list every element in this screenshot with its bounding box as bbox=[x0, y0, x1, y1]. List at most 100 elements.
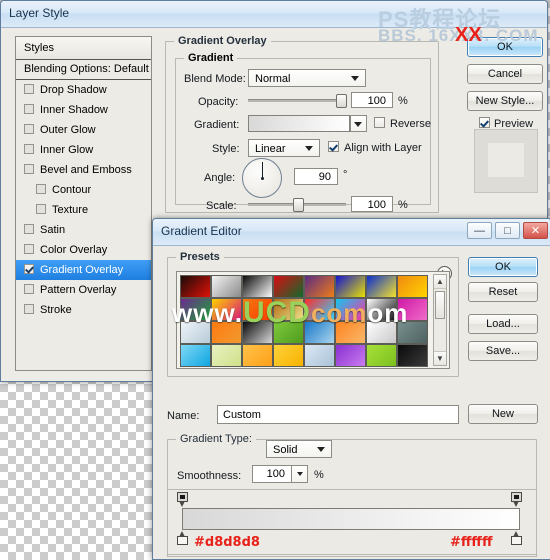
reverse-checkbox[interactable] bbox=[374, 117, 385, 128]
style-item-gradient-overlay[interactable]: Gradient Overlay bbox=[16, 260, 151, 280]
styles-blending-options[interactable]: Blending Options: Default bbox=[16, 59, 151, 79]
preset-swatch[interactable] bbox=[211, 298, 242, 321]
style-item-checkbox[interactable] bbox=[24, 84, 34, 94]
style-item-bevel-and-emboss[interactable]: Bevel and Emboss bbox=[16, 160, 151, 180]
preset-swatch[interactable] bbox=[366, 275, 397, 298]
style-item-checkbox[interactable] bbox=[24, 104, 34, 114]
preset-swatch[interactable] bbox=[211, 275, 242, 298]
style-item-checkbox[interactable] bbox=[24, 284, 34, 294]
preset-swatch[interactable] bbox=[335, 321, 366, 344]
preset-swatch[interactable] bbox=[304, 344, 335, 367]
align-with-layer-checkbox[interactable] bbox=[328, 141, 339, 152]
presets-swatch-box[interactable]: ▲ ▼ bbox=[176, 271, 450, 369]
preset-swatch[interactable] bbox=[242, 275, 273, 298]
style-item-checkbox[interactable] bbox=[24, 144, 34, 154]
style-item-drop-shadow[interactable]: Drop Shadow bbox=[16, 80, 151, 100]
preset-swatch[interactable] bbox=[242, 344, 273, 367]
scroll-down-arrow-icon[interactable]: ▼ bbox=[434, 351, 446, 365]
gradient-type-combo[interactable]: Solid bbox=[266, 440, 332, 458]
preset-swatch[interactable] bbox=[180, 298, 211, 321]
opacity-stop-right[interactable] bbox=[511, 492, 522, 507]
preset-swatch[interactable] bbox=[335, 275, 366, 298]
preset-swatch[interactable] bbox=[180, 321, 211, 344]
preset-swatch[interactable] bbox=[397, 298, 428, 321]
smoothness-stepper[interactable] bbox=[291, 465, 308, 483]
gradient-editor-titlebar[interactable]: Gradient Editor — □ ✕ bbox=[153, 219, 550, 246]
style-item-stroke[interactable]: Stroke bbox=[16, 300, 151, 320]
preset-swatch[interactable] bbox=[397, 321, 428, 344]
style-item-inner-shadow[interactable]: Inner Shadow bbox=[16, 100, 151, 120]
scale-slider[interactable] bbox=[248, 198, 346, 212]
color-stop-right[interactable] bbox=[511, 531, 522, 545]
gradient-editor-load-button[interactable]: Load... bbox=[468, 314, 538, 334]
preset-swatch[interactable] bbox=[242, 298, 273, 321]
preset-swatch[interactable] bbox=[397, 344, 428, 367]
chevron-down-icon bbox=[351, 76, 359, 81]
style-item-inner-glow[interactable]: Inner Glow bbox=[16, 140, 151, 160]
preset-swatch[interactable] bbox=[304, 275, 335, 298]
preset-swatch[interactable] bbox=[397, 275, 428, 298]
preset-swatch[interactable] bbox=[366, 344, 397, 367]
blend-mode-combo[interactable]: Normal bbox=[248, 69, 366, 87]
style-item-outer-glow[interactable]: Outer Glow bbox=[16, 120, 151, 140]
style-item-checkbox[interactable] bbox=[36, 204, 46, 214]
layer-style-ok-button[interactable]: OK bbox=[467, 37, 543, 57]
style-item-contour[interactable]: Contour bbox=[16, 180, 151, 200]
minimize-icon[interactable]: — bbox=[467, 222, 492, 239]
gradient-editor-reset-button[interactable]: Reset bbox=[468, 282, 538, 302]
preset-swatch[interactable] bbox=[273, 344, 304, 367]
style-item-checkbox[interactable] bbox=[36, 184, 46, 194]
style-item-checkbox[interactable] bbox=[24, 264, 34, 274]
preset-swatch[interactable] bbox=[304, 298, 335, 321]
preview-checkbox[interactable] bbox=[479, 117, 490, 128]
layer-style-titlebar[interactable]: Layer Style bbox=[1, 1, 547, 28]
maximize-icon[interactable]: □ bbox=[495, 222, 520, 239]
preset-swatch[interactable] bbox=[273, 275, 304, 298]
preset-swatch[interactable] bbox=[366, 321, 397, 344]
gradient-picker-dropdown[interactable] bbox=[350, 115, 367, 132]
angle-dial[interactable] bbox=[242, 158, 282, 198]
close-icon[interactable]: ✕ bbox=[523, 222, 548, 239]
new-style-button[interactable]: New Style... bbox=[467, 91, 543, 111]
preset-swatch[interactable] bbox=[366, 298, 397, 321]
preset-swatch[interactable] bbox=[273, 298, 304, 321]
opacity-field[interactable]: 100 bbox=[351, 92, 393, 108]
scale-thumb[interactable] bbox=[293, 198, 304, 212]
style-item-satin[interactable]: Satin bbox=[16, 220, 151, 240]
scrollbar-thumb[interactable] bbox=[435, 291, 445, 319]
gradient-preview-swatch[interactable] bbox=[248, 115, 350, 132]
name-input[interactable]: Custom bbox=[217, 405, 459, 424]
style-item-color-overlay[interactable]: Color Overlay bbox=[16, 240, 151, 260]
scale-field[interactable]: 100 bbox=[351, 196, 393, 212]
preset-swatch[interactable] bbox=[180, 275, 211, 298]
color-stop-left[interactable] bbox=[177, 531, 188, 545]
style-item-pattern-overlay[interactable]: Pattern Overlay bbox=[16, 280, 151, 300]
preset-swatch[interactable] bbox=[242, 321, 273, 344]
gradient-strip[interactable] bbox=[182, 508, 520, 530]
style-combo[interactable]: Linear bbox=[248, 139, 320, 157]
preset-swatch[interactable] bbox=[180, 344, 211, 367]
preset-swatch[interactable] bbox=[211, 344, 242, 367]
gradient-editor-ok-button[interactable]: OK bbox=[468, 257, 538, 277]
presets-scrollbar[interactable]: ▲ ▼ bbox=[433, 274, 447, 366]
style-item-checkbox[interactable] bbox=[24, 244, 34, 254]
style-item-checkbox[interactable] bbox=[24, 124, 34, 134]
layer-style-cancel-button[interactable]: Cancel bbox=[467, 64, 543, 84]
gradient-editor-new-button[interactable]: New bbox=[468, 404, 538, 424]
preset-swatch[interactable] bbox=[304, 321, 335, 344]
style-item-checkbox[interactable] bbox=[24, 224, 34, 234]
angle-field[interactable]: 90 bbox=[294, 168, 338, 185]
scroll-up-arrow-icon[interactable]: ▲ bbox=[434, 275, 446, 289]
opacity-thumb[interactable] bbox=[336, 94, 347, 108]
preset-swatch[interactable] bbox=[335, 298, 366, 321]
preset-swatch[interactable] bbox=[211, 321, 242, 344]
opacity-stop-left[interactable] bbox=[177, 492, 188, 507]
style-item-texture[interactable]: Texture bbox=[16, 200, 151, 220]
style-item-checkbox[interactable] bbox=[24, 304, 34, 314]
opacity-slider[interactable] bbox=[248, 94, 347, 108]
preset-swatch[interactable] bbox=[335, 344, 366, 367]
smoothness-label: Smoothness: bbox=[177, 470, 242, 482]
preset-swatch[interactable] bbox=[273, 321, 304, 344]
gradient-editor-save-button[interactable]: Save... bbox=[468, 341, 538, 361]
style-item-checkbox[interactable] bbox=[24, 164, 34, 174]
